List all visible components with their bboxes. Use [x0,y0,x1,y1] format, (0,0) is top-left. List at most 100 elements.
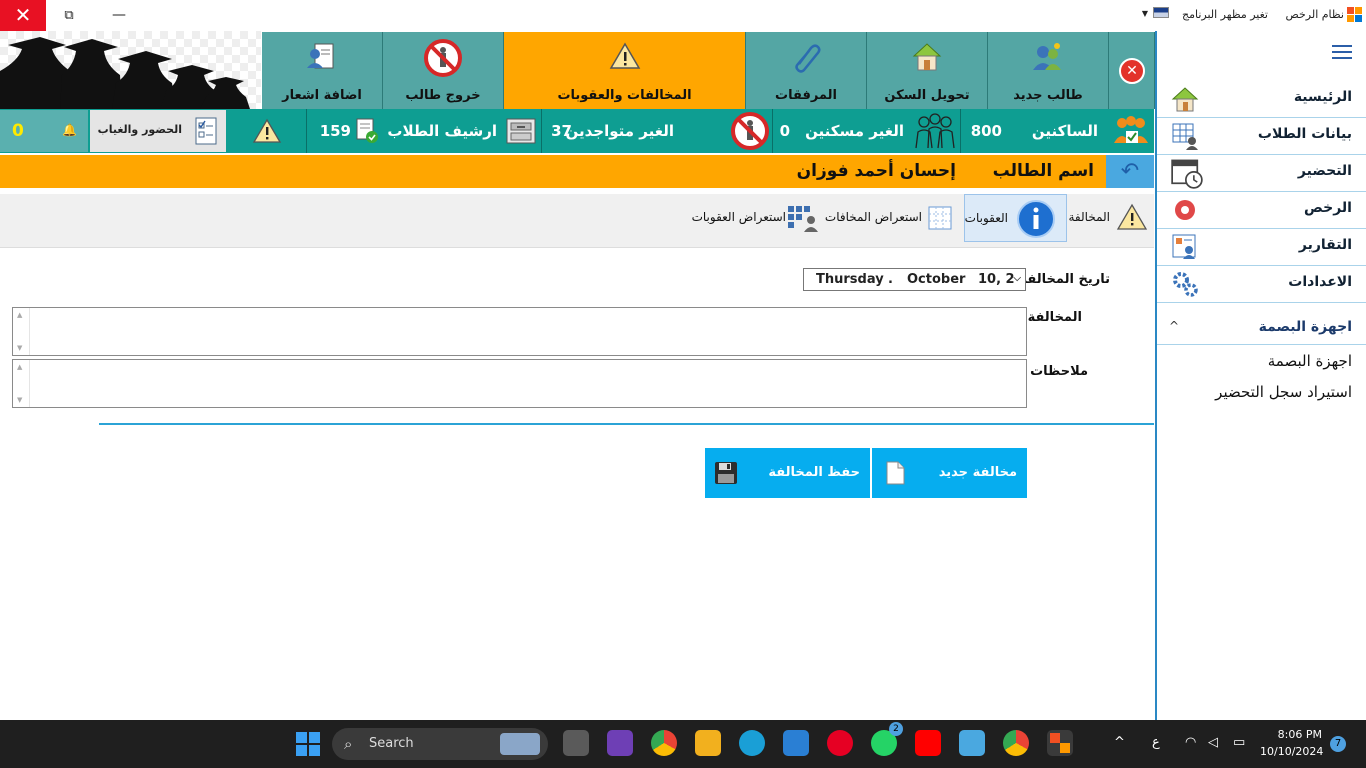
reports-icon [1172,234,1196,259]
hamburger-menu-icon[interactable] [1332,45,1352,63]
non-residents-label: الغير مسكنين [805,122,904,140]
taskbar-search[interactable]: ⌕ Search [332,728,548,760]
sidebar-item-preparation[interactable]: التحضير [1157,155,1366,192]
volume-icon[interactable]: ◁ [1208,735,1218,750]
sidebar-item-label: الاعدادات [1288,274,1352,290]
tile-label: المرفقات [775,88,837,103]
tile-label: خروج طالب [405,88,481,103]
pinterest-icon[interactable] [827,730,853,756]
tile-transfer-housing[interactable]: تحويل السكن [867,32,988,109]
tab-violation[interactable]: المخالفة [1068,194,1148,242]
checklist-icon [195,117,217,145]
windows-start-icon[interactable] [296,732,320,756]
title-bar: ✕ ⧉ — ▼ تغير مظهر البرنامج نظام الرخص [0,0,1366,31]
people-group-icon [915,113,955,149]
tile-violations-penalties[interactable]: المخالفات والعقوبات [504,32,746,109]
back-button[interactable]: ↶ [1106,155,1154,188]
gears-icon [1173,272,1198,297]
tab-review-penalties[interactable]: استعراض العقوبات [692,194,822,242]
close-window-button[interactable]: ✕ [0,0,46,31]
clock-date[interactable]: 10/10/2024 [1260,745,1323,758]
residents-label: الساكنين [1031,122,1098,140]
sidebar-item-reports[interactable]: التقارير [1157,229,1366,266]
tile-add-notice[interactable]: اضافة اشعار [262,32,383,109]
import-attendance-log-link[interactable]: استيراد سجل التحضير [1215,383,1352,401]
restore-window-button[interactable]: ⧉ [46,0,92,31]
chrome-profile-icon[interactable] [1003,730,1029,756]
youtube-icon[interactable] [915,730,941,756]
non-residents-value: 0 [779,122,790,140]
notification-count-badge[interactable]: 7 [1330,736,1346,752]
tab-review-violations[interactable]: استعراض المخافات [825,194,956,242]
tile-attachments[interactable]: المرفقات [746,32,867,109]
new-student-icon [1033,43,1061,70]
edge-icon[interactable] [739,730,765,756]
chevron-down-icon[interactable]: ⌵ [1013,273,1021,284]
battery-icon[interactable]: ▭ [1233,735,1245,750]
task-view-icon[interactable] [563,730,589,756]
minimize-window-button[interactable]: — [96,0,142,31]
notes-textarea[interactable]: ▲ ▼ [12,359,1027,408]
violation-scrollbar[interactable]: ▲ ▼ [13,308,30,355]
input-language[interactable]: ع [1152,735,1160,750]
sidebar-item-label: الرئيسية [1293,89,1352,105]
attendance-button[interactable]: الحضور والغياب [90,110,226,152]
tile-new-student[interactable]: طالب جديد [988,32,1109,109]
violation-textarea[interactable]: ▲ ▼ [12,307,1027,356]
stat-absent[interactable]: الغير متواجدين 37 [542,109,772,153]
theme-flag-icon[interactable] [1153,7,1169,18]
violation-date-picker[interactable]: Thursday . October 10, 2 ⌵ [803,268,1026,291]
stat-archive[interactable]: ارشيف الطلاب 159 [307,109,541,153]
show-hidden-icons-icon[interactable]: ^ [1114,735,1125,750]
stat-non-residents[interactable]: الغير مسكنين 0 [773,109,960,153]
archive-label: ارشيف الطلاب [387,122,497,140]
tab-penalties[interactable]: العقوبات [964,194,1067,242]
no-entry-icon [424,39,462,77]
house-icon [912,43,942,71]
date-separator: . [888,272,893,287]
notepad-icon[interactable] [959,730,985,756]
sidebar-item-permits[interactable]: الرخص [1157,192,1366,229]
clock-time[interactable]: 8:06 PM [1260,728,1322,741]
residents-icon [1114,116,1148,143]
search-label: Search [369,736,414,751]
licenses-app-icon[interactable] [1047,730,1073,756]
store-icon[interactable] [783,730,809,756]
close-circle-icon[interactable]: ✕ [1119,58,1145,84]
biometric-devices-link[interactable]: اجهزة البصمة [1268,352,1352,370]
bell-icon: 🔔 [62,123,77,137]
sidebar: الرئيسية بيانات الطلاب التحضير الرخص الت… [1155,31,1366,720]
theme-dropdown-arrow-icon[interactable]: ▼ [1142,9,1148,18]
checked-document-icon [356,118,378,143]
tile-student-exit[interactable]: خروج طالب [383,32,504,109]
sidebar-item-students-data[interactable]: بيانات الطلاب [1157,118,1366,155]
stat-warnings[interactable] [227,109,306,153]
close-panel-tile[interactable]: ✕ [1109,32,1155,109]
stat-residents[interactable]: الساكنين 800 [960,109,1154,153]
notifications-counter[interactable]: 0 🔔 [0,110,88,152]
sidebar-item-settings[interactable]: الاعدادات [1157,266,1366,303]
theme-menu[interactable]: تغير مظهر البرنامج [1182,8,1268,21]
section-divider [1157,344,1366,345]
taskbar: ⌕ Search 2 ^ ع ◠ ◁ ▭ 8:06 PM 10/10/2024 … [0,720,1366,768]
stat-divider [772,109,773,153]
add-notice-icon [307,43,334,69]
stat-divider [306,109,307,153]
chrome-icon[interactable] [651,730,677,756]
visual-studio-icon[interactable] [607,730,633,756]
file-explorer-icon[interactable] [695,730,721,756]
new-violation-button[interactable]: مخالفة جديد [872,448,1027,498]
notes-scrollbar[interactable]: ▲ ▼ [13,360,30,407]
save-violation-button[interactable]: حفظ المخالفة [705,448,870,498]
violation-date-label: تاريخ المخالفة [1019,272,1110,287]
residents-value: 800 [970,122,1002,140]
whatsapp-icon[interactable]: 2 [871,722,903,756]
chevron-up-icon[interactable]: ^ [1169,319,1179,333]
date-weekday: Thursday [816,272,884,287]
biometric-section-header[interactable]: اجهزة البصمة [1259,319,1352,335]
wifi-icon[interactable]: ◠ [1185,735,1196,750]
sidebar-item-home[interactable]: الرئيسية [1157,81,1366,118]
violation-label: المخالفة [1027,310,1082,325]
notes-label: ملاحظات [1030,364,1088,379]
attendance-label: الحضور والغياب [97,123,182,136]
